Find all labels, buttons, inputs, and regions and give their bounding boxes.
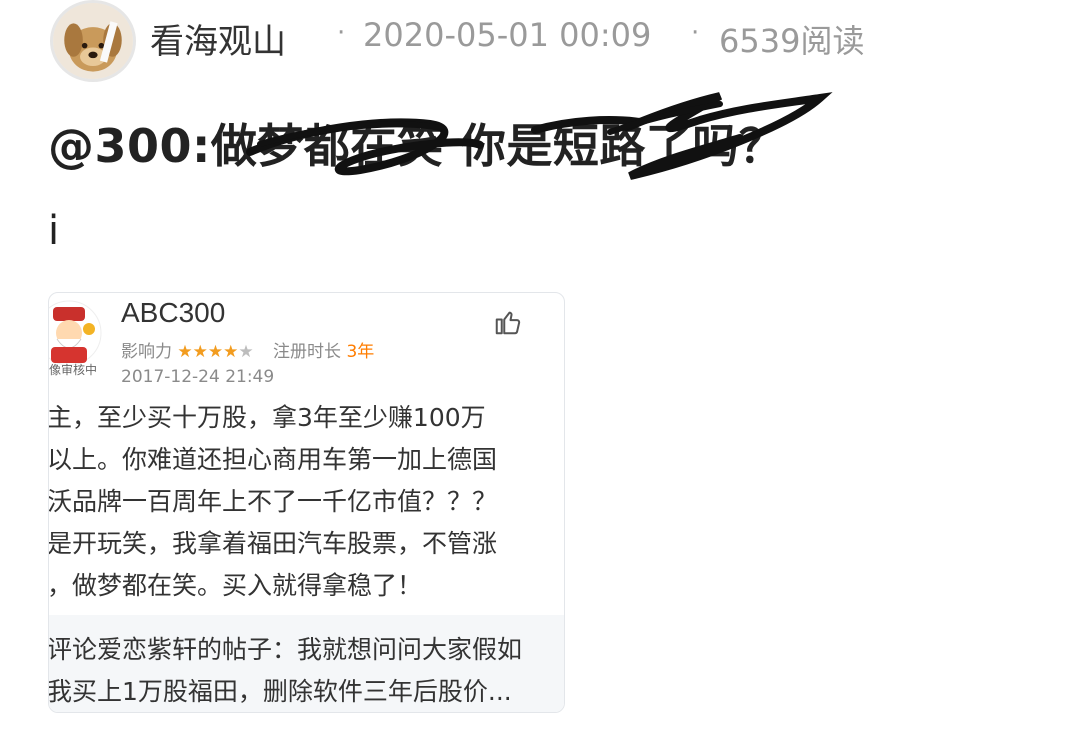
comment-context-panel[interactable]: 评论爱恋紫轩的帖子：我就想问问大家假如 我买上1万股福田，删除软件三年后股价..… bbox=[49, 615, 564, 712]
author-avatar[interactable] bbox=[50, 0, 136, 82]
thumbs-up-icon[interactable] bbox=[493, 307, 523, 337]
rating-stars: ★★★★ bbox=[177, 342, 239, 362]
context-line: 我买上1万股福田，删除软件三年后股价... bbox=[48, 677, 512, 706]
author-name[interactable]: 看海观山 bbox=[150, 14, 286, 63]
post-header: 看海观山 · 2020-05-01 00:09 · 6539阅读 bbox=[50, 0, 1050, 82]
comment-context: 评论爱恋紫轩的帖子：我就想问问大家假如 我买上1万股福田，删除软件三年后股价..… bbox=[48, 629, 523, 712]
comment-line: 主，至少买十万股，拿3年至少赚100万 bbox=[48, 403, 486, 432]
influence-row: 影响力 ★★★★★ 注册时长 3年 bbox=[121, 337, 374, 362]
comment-line: 沃品牌一百周年上不了一千亿市值？？？ bbox=[48, 487, 498, 516]
comment-username[interactable]: ABC300 bbox=[121, 297, 225, 329]
rating-star-empty: ★ bbox=[238, 342, 254, 362]
comment-line: 以上。你难道还担心商用车第一加上德国 bbox=[48, 445, 498, 474]
post-datetime: 2020-05-01 00:09 bbox=[363, 16, 652, 54]
avatar-label: 像审核中 bbox=[49, 363, 98, 377]
meta-separator: · bbox=[691, 18, 700, 48]
registration-label: 注册时长 bbox=[273, 342, 342, 362]
comment-line: 是开玩笑，我拿着福田汽车股票，不管涨 bbox=[48, 529, 498, 558]
post-title: @300:做梦都在笑 你是短路了吗？ bbox=[48, 119, 786, 173]
quoted-comment-card[interactable]: 像审核中 ABC300 影响力 ★★★★★ 注册时长 3年 2017-12-24… bbox=[48, 292, 565, 713]
influence-label: 影响力 bbox=[121, 342, 172, 362]
fortune-god-avatar-icon bbox=[49, 300, 102, 366]
comment-text: 主，至少买十万股，拿3年至少赚100万 以上。你难道还担心商用车第一加上德国 沃… bbox=[48, 397, 564, 607]
post-body: i bbox=[48, 208, 60, 254]
comment-line: ，做梦都在笑。买入就得拿稳了！ bbox=[48, 571, 423, 600]
dog-avatar-icon bbox=[53, 3, 133, 79]
comment-date: 2017-12-24 21:49 bbox=[121, 367, 275, 387]
read-count: 6539阅读 bbox=[719, 22, 865, 60]
meta-separator: · bbox=[337, 18, 346, 48]
registration-value: 3年 bbox=[346, 342, 375, 362]
context-line: 评论爱恋紫轩的帖子：我就想问问大家假如 bbox=[48, 635, 523, 664]
